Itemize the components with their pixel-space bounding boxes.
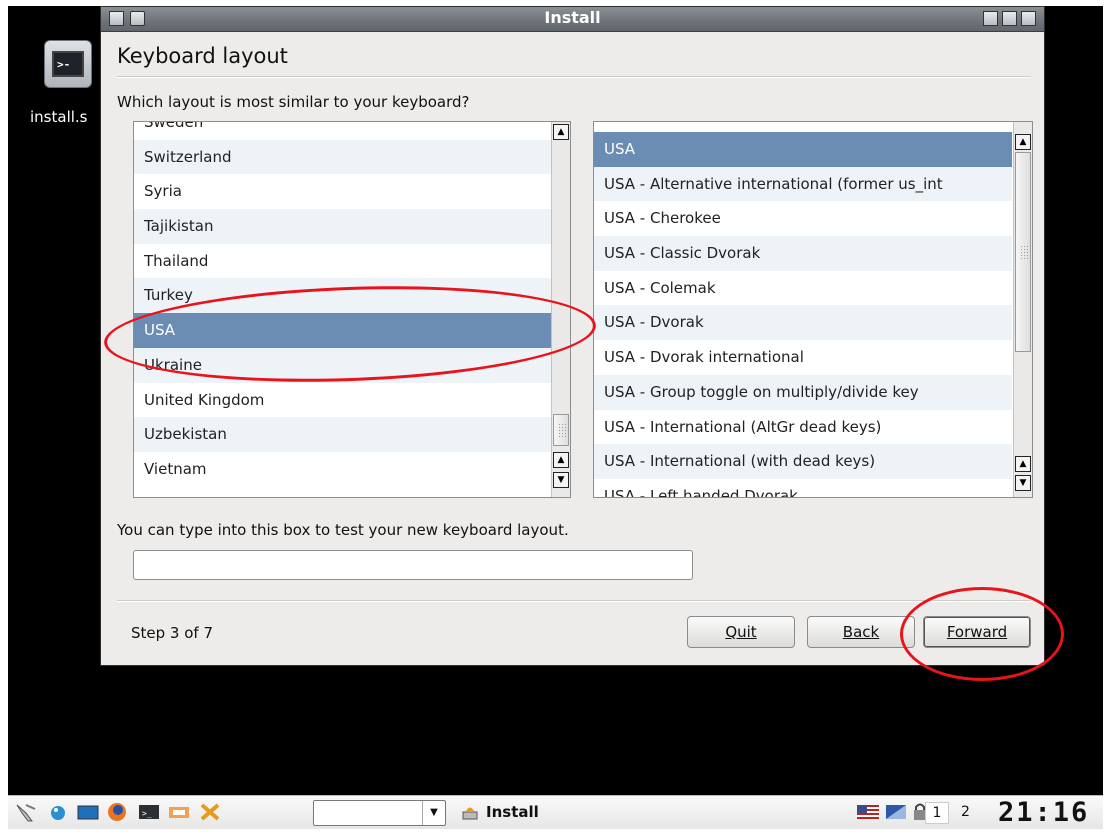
terminal-glyph: >- bbox=[52, 51, 84, 77]
network-icon[interactable] bbox=[884, 801, 908, 823]
country-scrollbar[interactable]: ▲ ▲ ▼ bbox=[551, 122, 570, 497]
divider bbox=[117, 76, 1031, 78]
mouse-icon[interactable] bbox=[14, 801, 38, 823]
terminal-icon[interactable]: >- bbox=[44, 40, 92, 88]
list-item[interactable]: USA - Colemak bbox=[594, 271, 1012, 306]
workspace-1[interactable]: 1 bbox=[925, 802, 949, 824]
forward-button[interactable]: Forward bbox=[923, 616, 1031, 648]
divider bbox=[117, 600, 1031, 602]
list-item[interactable]: Uzbekistan bbox=[134, 417, 552, 452]
us-flag-icon[interactable] bbox=[856, 801, 880, 823]
clock: 21:16 bbox=[998, 797, 1090, 828]
minimize-icon[interactable] bbox=[983, 11, 998, 26]
scroll-thumb[interactable] bbox=[553, 414, 569, 446]
back-button[interactable]: Back bbox=[807, 616, 915, 648]
firefox-icon[interactable] bbox=[105, 801, 129, 823]
variant-list[interactable]: USA USA - Alternative international (for… bbox=[593, 121, 1033, 498]
list-item[interactable]: USA - Classic Dvorak bbox=[594, 236, 1012, 271]
scroll-up-button[interactable]: ▲ bbox=[1015, 456, 1031, 472]
list-item[interactable]: USA - Dvorak bbox=[594, 305, 1012, 341]
page-title: Keyboard layout bbox=[117, 44, 288, 68]
workspace-2[interactable]: 2 bbox=[961, 804, 970, 820]
layout-test-input[interactable] bbox=[133, 550, 693, 580]
taskbar-task-install[interactable]: Install bbox=[460, 803, 539, 821]
list-item[interactable]: USA - Dvorak international bbox=[594, 340, 1012, 375]
desktop-icon[interactable] bbox=[76, 801, 100, 823]
install-task-icon bbox=[462, 807, 478, 820]
list-item[interactable]: USA - Cherokee bbox=[594, 201, 1012, 236]
task-label: Install bbox=[486, 803, 539, 821]
scroll-up-button[interactable]: ▲ bbox=[553, 452, 569, 468]
forward-label: Forward bbox=[946, 623, 1008, 641]
list-item[interactable]: USA - International (with dead keys) bbox=[594, 444, 1012, 479]
list-item[interactable]: USA - Left handed Dvorak bbox=[594, 479, 1012, 497]
list-item[interactable]: United Kingdom bbox=[134, 383, 552, 418]
list-item-selected[interactable]: USA bbox=[134, 313, 552, 348]
list-item[interactable]: USA - Group toggle on multiply/divide ke… bbox=[594, 374, 1012, 410]
install-window: Install Keyboard layout Which layout is … bbox=[100, 6, 1045, 666]
svg-text:>_: >_ bbox=[142, 809, 152, 818]
tools-icon[interactable] bbox=[198, 801, 222, 823]
step-indicator: Step 3 of 7 bbox=[131, 624, 214, 642]
list-item[interactable]: Sweden bbox=[134, 122, 552, 140]
scroll-down-button[interactable]: ▼ bbox=[1015, 475, 1031, 491]
desktop-icon-label[interactable]: install.s bbox=[30, 108, 87, 126]
scroll-thumb[interactable] bbox=[1015, 152, 1031, 352]
scroll-up-button[interactable]: ▲ bbox=[1015, 134, 1031, 150]
list-item[interactable]: Thailand bbox=[134, 244, 552, 279]
quit-label: Quit bbox=[725, 623, 757, 641]
list-item[interactable]: Syria bbox=[134, 174, 552, 209]
layout-question: Which layout is most similar to your key… bbox=[117, 93, 470, 111]
chevron-down-icon[interactable]: ▼ bbox=[422, 801, 445, 825]
close-icon[interactable] bbox=[1021, 11, 1036, 26]
list-item[interactable]: USA - Alternative international (former … bbox=[594, 166, 1012, 202]
taskbar-combo[interactable]: ▼ bbox=[313, 800, 446, 826]
test-hint: You can type into this box to test your … bbox=[117, 521, 569, 539]
quit-button[interactable]: Quit bbox=[687, 616, 795, 648]
list-item[interactable]: Switzerland bbox=[134, 139, 552, 175]
back-label: Back bbox=[842, 623, 880, 641]
terminal-taskbar-icon[interactable]: >_ bbox=[137, 801, 161, 823]
list-item[interactable]: Turkey bbox=[134, 278, 552, 314]
rss-icon[interactable] bbox=[167, 801, 191, 823]
maximize-icon[interactable] bbox=[1002, 11, 1017, 26]
list-item[interactable]: USA - International (AltGr dead keys) bbox=[594, 410, 1012, 445]
title-bar[interactable]: Install bbox=[101, 7, 1044, 32]
list-item-selected[interactable]: USA bbox=[594, 132, 1012, 167]
list-item[interactable]: Vietnam bbox=[134, 452, 552, 487]
bug-icon[interactable] bbox=[46, 801, 70, 823]
country-list[interactable]: Sweden Switzerland Syria Tajikistan Thai… bbox=[133, 121, 571, 498]
variant-scrollbar[interactable]: ▲ ▲ ▼ bbox=[1013, 122, 1032, 497]
taskbar: >_ ▼ Install 1 2 21:16 bbox=[8, 795, 1103, 829]
list-item[interactable]: Tajikistan bbox=[134, 209, 552, 244]
scroll-up-button[interactable]: ▲ bbox=[553, 124, 569, 140]
scroll-down-button[interactable]: ▼ bbox=[553, 472, 569, 488]
window-title: Install bbox=[544, 8, 601, 27]
list-item[interactable]: Ukraine bbox=[134, 347, 552, 383]
